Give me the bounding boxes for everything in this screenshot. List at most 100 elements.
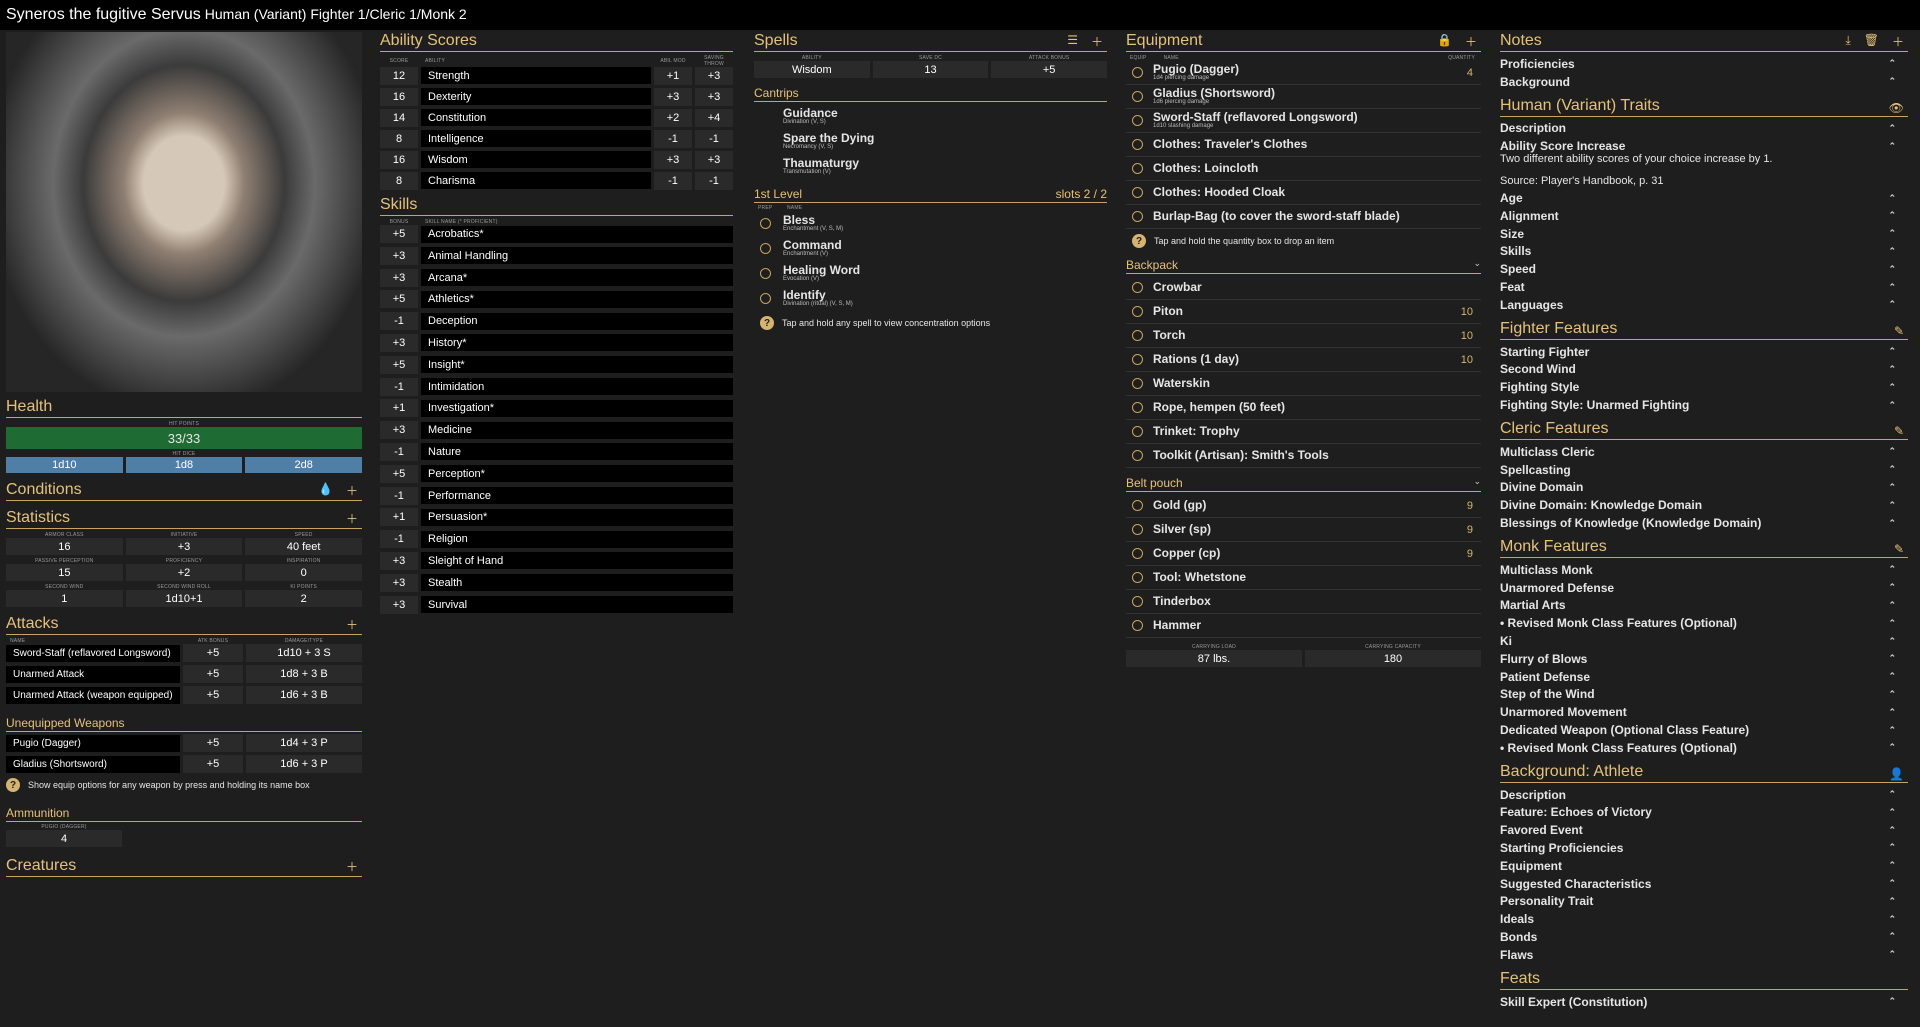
skill-name[interactable]: Athletics* xyxy=(421,290,733,308)
attack-bonus[interactable]: +5 xyxy=(183,734,243,752)
note-item[interactable]: Divine Domain: Knowledge Domain ⌃ xyxy=(1500,496,1908,514)
equip-toggle[interactable] xyxy=(1132,306,1143,317)
note-item[interactable]: Languages ⌃ xyxy=(1500,296,1908,314)
item-quantity[interactable]: 10 xyxy=(1451,354,1481,366)
chevron-up-icon[interactable]: ⌃ xyxy=(1888,878,1896,889)
spell-ability[interactable]: Wisdom xyxy=(754,61,870,78)
skill-name[interactable]: Stealth xyxy=(421,574,733,592)
belt-item[interactable]: Tinderbox xyxy=(1126,590,1481,614)
skill-name[interactable]: Arcana* xyxy=(421,269,733,287)
spell-attack-bonus[interactable]: +5 xyxy=(991,61,1107,78)
skill-row[interactable]: +3 Medicine xyxy=(380,421,733,440)
note-item[interactable]: Step of the Wind ⌃ xyxy=(1500,686,1908,704)
ability-score[interactable]: 16 xyxy=(380,151,418,169)
belt-item[interactable]: Copper (cp) 9 xyxy=(1126,542,1481,566)
backpack-item[interactable]: Torch 10 xyxy=(1126,324,1481,348)
note-item[interactable]: Fighting Style: Unarmed Fighting ⌃ xyxy=(1500,396,1908,414)
equip-toggle[interactable] xyxy=(1132,402,1143,413)
chevron-up-icon[interactable]: ⌃ xyxy=(1888,446,1896,457)
note-item[interactable]: Starting Fighter ⌃ xyxy=(1500,343,1908,361)
spell-item[interactable]: Guidance Divination (V, S) xyxy=(754,104,1107,129)
chevron-up-icon[interactable]: ⌃ xyxy=(1888,382,1896,393)
skill-row[interactable]: +1 Investigation* xyxy=(380,399,733,418)
chevron-up-icon[interactable]: ⌃ xyxy=(1888,707,1896,718)
note-item[interactable]: Suggested Characteristics ⌃ xyxy=(1500,875,1908,893)
equip-toggle[interactable] xyxy=(1132,426,1143,437)
chevron-up-icon[interactable]: ⌃ xyxy=(1888,582,1896,593)
chevron-down-icon[interactable]: ⌄ xyxy=(1473,258,1481,272)
equip-toggle[interactable] xyxy=(1132,620,1143,631)
chevron-up-icon[interactable]: ⌃ xyxy=(1888,246,1896,257)
spell-item[interactable]: Spare the Dying Necromancy (V, S) xyxy=(754,129,1107,154)
chevron-up-icon[interactable]: ⌃ xyxy=(1888,860,1896,871)
pencil-icon[interactable]: ✎ xyxy=(1894,542,1904,556)
chevron-up-icon[interactable]: ⌃ xyxy=(1888,653,1896,664)
skill-row[interactable]: -1 Nature xyxy=(380,442,733,461)
chevron-up-icon[interactable]: ⌃ xyxy=(1888,949,1896,960)
skill-name[interactable]: Acrobatics* xyxy=(421,225,733,243)
equipment-item[interactable]: Pugio (Dagger) 1d4 piercing damage 4 xyxy=(1126,61,1481,85)
attack-damage[interactable]: 1d4 + 3 P xyxy=(246,734,362,752)
ability-score[interactable]: 8 xyxy=(380,172,418,190)
skill-name[interactable]: Animal Handling xyxy=(421,247,733,265)
stat-value[interactable]: +2 xyxy=(125,564,243,581)
attack-row[interactable]: Sword-Staff (reflavored Longsword) +5 1d10… xyxy=(6,644,362,662)
note-item[interactable]: Description ⌃ xyxy=(1500,120,1908,138)
skill-row[interactable]: +1 Persuasion* xyxy=(380,508,733,527)
equip-toggle[interactable] xyxy=(1132,67,1143,78)
note-item[interactable]: Divine Domain ⌃ xyxy=(1500,479,1908,497)
chevron-up-icon[interactable]: ⌃ xyxy=(1888,618,1896,629)
stat-value[interactable]: 2 xyxy=(245,590,362,607)
add-statistic-button[interactable]: ＋ xyxy=(346,510,358,527)
chevron-up-icon[interactable]: ⌃ xyxy=(1888,364,1896,375)
droplet-icon[interactable]: 💧 xyxy=(318,482,333,499)
lock-icon[interactable]: 🔒 xyxy=(1437,33,1452,50)
note-item[interactable]: Multiclass Monk ⌃ xyxy=(1500,561,1908,579)
add-spell-button[interactable]: ＋ xyxy=(1091,33,1103,50)
add-note-button[interactable]: ＋ xyxy=(1892,33,1904,50)
spell-item[interactable]: Thaumaturgy Transmutation (V) xyxy=(754,154,1107,179)
ability-row[interactable]: 8 Intelligence -1 -1 xyxy=(380,130,733,148)
note-item[interactable]: Unarmored Defense ⌃ xyxy=(1500,579,1908,597)
note-item[interactable]: Background ⌃ xyxy=(1500,73,1908,91)
equip-toggle[interactable] xyxy=(1132,548,1143,559)
skill-name[interactable]: Nature xyxy=(421,443,733,461)
skill-name[interactable]: Perception* xyxy=(421,465,733,483)
trash-icon[interactable]: 🗑 xyxy=(1864,33,1879,50)
note-item[interactable]: Flurry of Blows ⌃ xyxy=(1500,650,1908,668)
skill-name[interactable]: Persuasion* xyxy=(421,508,733,526)
hit-die-1[interactable]: 1d10 xyxy=(6,457,123,473)
chevron-up-icon[interactable]: ⌃ xyxy=(1888,671,1896,682)
skill-row[interactable]: -1 Intimidation xyxy=(380,377,733,396)
note-item[interactable]: Skill Expert (Constitution) ⌃ xyxy=(1500,993,1908,1011)
chevron-up-icon[interactable]: ⌃ xyxy=(1888,636,1896,647)
character-portrait[interactable] xyxy=(6,32,362,392)
note-item[interactable]: Size ⌃ xyxy=(1500,225,1908,243)
pencil-icon[interactable]: ✎ xyxy=(1894,424,1904,438)
note-item[interactable]: Favored Event ⌃ xyxy=(1500,821,1908,839)
equipment-item[interactable]: Clothes: Traveler's Clothes xyxy=(1126,133,1481,157)
note-item[interactable]: • Revised Monk Class Features (Optional)… xyxy=(1500,614,1908,632)
equip-toggle[interactable] xyxy=(1132,330,1143,341)
chevron-up-icon[interactable]: ⌃ xyxy=(1888,400,1896,411)
skill-row[interactable]: +3 History* xyxy=(380,333,733,352)
attack-name[interactable]: Gladius (Shortsword) xyxy=(6,755,180,773)
prepared-toggle[interactable] xyxy=(760,293,771,304)
spell-save-dc[interactable]: 13 xyxy=(872,61,989,78)
note-item[interactable]: Feature: Echoes of Victory ⌃ xyxy=(1500,804,1908,822)
chevron-up-icon[interactable]: ⌃ xyxy=(1888,193,1896,204)
equipment-item[interactable]: Sword-Staff (reflavored Longsword) 1d10 s… xyxy=(1126,109,1481,133)
eye-icon[interactable]: 👁 xyxy=(1889,101,1904,115)
add-attack-button[interactable]: ＋ xyxy=(346,616,358,633)
item-quantity[interactable]: 10 xyxy=(1451,306,1481,318)
attack-row[interactable]: Gladius (Shortsword) +5 1d6 + 3 P xyxy=(6,755,362,773)
ability-row[interactable]: 16 Wisdom +3 +3 xyxy=(380,151,733,169)
backpack-item[interactable]: Trinket: Trophy xyxy=(1126,420,1481,444)
chevron-up-icon[interactable]: ⌃ xyxy=(1888,914,1896,925)
pencil-icon[interactable]: ✎ xyxy=(1894,324,1904,338)
chevron-up-icon[interactable]: ⌃ xyxy=(1888,299,1896,310)
belt-pouch-header[interactable]: Belt pouch ⌄ xyxy=(1126,476,1481,492)
note-item[interactable]: Spellcasting ⌃ xyxy=(1500,461,1908,479)
equip-toggle[interactable] xyxy=(1132,450,1143,461)
person-icon[interactable]: 👤 xyxy=(1889,767,1904,781)
